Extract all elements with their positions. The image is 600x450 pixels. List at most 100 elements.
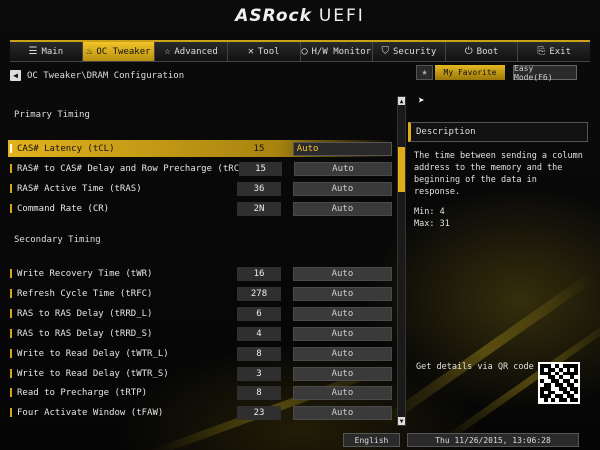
tab-boot[interactable]: ⏻ Boot: [446, 42, 519, 61]
setting-label: RAS# to CAS# Delay and Row Precharge (tR…: [16, 163, 267, 174]
setting-label: Read to Precharge (tRTP): [16, 387, 148, 398]
scrollbar[interactable]: ▲ ▼: [397, 96, 406, 426]
setting-value: 278: [237, 286, 281, 301]
row-marker: [10, 349, 12, 358]
setting-row-twtr-l[interactable]: Write to Read Delay (tWTR_L) 8 Auto: [8, 345, 393, 362]
section-title-primary: Primary Timing: [14, 110, 90, 120]
qr-code-icon: [538, 362, 580, 404]
setting-label: RAS to RAS Delay (tRRD_L): [16, 308, 153, 319]
setting-row-trrd-l[interactable]: RAS to RAS Delay (tRRD_L) 6 Auto: [8, 305, 393, 322]
tab-hw-monitor[interactable]: ◯ H/W Monitor: [301, 42, 374, 61]
description-range: Min: 4 Max: 31: [414, 206, 588, 230]
row-marker: [10, 309, 12, 318]
setting-row-twtr-s[interactable]: Write to Read Delay (tWTR_S) 3 Auto: [8, 365, 393, 382]
setting-label: Write Recovery Time (tWR): [16, 268, 153, 279]
row-marker: [10, 388, 12, 397]
setting-option[interactable]: Auto: [292, 366, 393, 381]
breadcrumb-path: OC Tweaker\DRAM Configuration: [27, 70, 185, 81]
setting-option[interactable]: Auto: [292, 266, 393, 281]
setting-value: 8: [237, 346, 281, 361]
settings-list: Primary Timing CAS# Latency (tCL) 15 Aut…: [8, 96, 393, 426]
row-marker: [10, 269, 12, 278]
setting-row-trtp[interactable]: Read to Precharge (tRTP) 8 Auto: [8, 384, 393, 401]
favorite-star-icon[interactable]: ★: [416, 65, 433, 80]
setting-row-trfc[interactable]: Refresh Cycle Time (tRFC) 278 Auto: [8, 285, 393, 302]
setting-value: 16: [237, 266, 281, 281]
setting-label: Write to Read Delay (tWTR_L): [16, 348, 169, 359]
main-nav: ☰ Main ♨ OC Tweaker ☆ Advanced ✕ Tool ◯ H/W M…: [10, 40, 590, 62]
shield-icon: ⛉: [381, 46, 390, 57]
scroll-down-arrow-icon[interactable]: ▼: [398, 417, 405, 425]
setting-value: 4: [237, 326, 281, 341]
tab-tool[interactable]: ✕ Tool: [228, 42, 301, 61]
monitor-icon: ◯: [301, 46, 308, 57]
setting-option[interactable]: Auto: [292, 286, 393, 301]
tab-main[interactable]: ☰ Main: [10, 42, 83, 61]
setting-row-trrd-s[interactable]: RAS to RAS Delay (tRRD_S) 4 Auto: [8, 325, 393, 342]
breadcrumb: ◀ OC Tweaker\DRAM Configuration: [10, 70, 184, 81]
row-marker: [10, 164, 12, 173]
exit-icon: ⎘: [537, 46, 546, 57]
setting-label: Command Rate (CR): [16, 203, 110, 214]
setting-value: 36: [237, 181, 281, 196]
back-arrow-icon[interactable]: ◀: [10, 70, 21, 81]
setting-label: RAS# Active Time (tRAS): [16, 183, 142, 194]
setting-label: Four Activate Window (tFAW): [16, 407, 164, 418]
setting-row-tfaw[interactable]: Four Activate Window (tFAW) 23 Auto: [8, 404, 393, 421]
setting-option[interactable]: Auto: [292, 326, 393, 341]
brand-logo: ASRock UEFI: [235, 6, 365, 26]
setting-row-tras[interactable]: RAS# Active Time (tRAS) 36 Auto: [8, 180, 393, 197]
setting-option[interactable]: Auto: [292, 141, 393, 156]
tab-exit[interactable]: ⎘ Exit: [518, 42, 590, 61]
datetime-display: Thu 11/26/2015, 13:06:28: [407, 433, 579, 447]
my-favorite-button[interactable]: My Favorite: [435, 65, 505, 80]
row-marker: [10, 329, 12, 338]
row-marker: [10, 184, 12, 193]
easy-mode-button[interactable]: Easy Mode(F6): [513, 64, 577, 82]
setting-row-tcl[interactable]: CAS# Latency (tCL) 15 Auto: [8, 140, 393, 157]
setting-option[interactable]: Auto: [292, 181, 393, 196]
setting-row-cr[interactable]: Command Rate (CR) 2N Auto: [8, 200, 393, 217]
tab-oc-tweaker[interactable]: ♨ OC Tweaker: [82, 42, 156, 61]
tab-advanced[interactable]: ☆ Advanced: [155, 42, 228, 61]
scroll-up-arrow-icon[interactable]: ▲: [398, 97, 405, 105]
scroll-thumb[interactable]: [398, 147, 405, 192]
tab-security[interactable]: ⛉ Security: [373, 42, 446, 61]
setting-option[interactable]: Auto: [294, 161, 392, 176]
description-panel: Description The time between sending a c…: [408, 122, 588, 229]
setting-value: 6: [237, 306, 281, 321]
setting-value: 23: [237, 405, 281, 420]
description-header: Description: [408, 122, 588, 142]
row-marker: [10, 144, 12, 153]
setting-label: Write to Read Delay (tWTR_S): [16, 368, 169, 379]
wrench-icon: ✕: [247, 46, 254, 57]
setting-option[interactable]: Auto: [292, 346, 393, 361]
power-icon: ⏻: [464, 46, 473, 57]
setting-value: 15: [238, 161, 283, 176]
description-min: Min: 4: [414, 207, 445, 217]
qr-label: Get details via QR code: [416, 362, 534, 372]
list-icon: ☰: [28, 46, 38, 57]
row-marker: [10, 289, 12, 298]
flame-icon: ♨: [86, 46, 93, 57]
setting-option[interactable]: Auto: [292, 405, 393, 420]
row-marker: [10, 369, 12, 378]
row-marker: [10, 204, 12, 213]
setting-row-trcdtrp[interactable]: RAS# to CAS# Delay and Row Precharge (tR…: [8, 160, 392, 177]
setting-value: 3: [237, 366, 281, 381]
setting-option[interactable]: Auto: [292, 306, 393, 321]
setting-row-twr[interactable]: Write Recovery Time (tWR) 16 Auto: [8, 265, 393, 282]
mouse-cursor-icon: ➤: [418, 94, 425, 107]
setting-value: 2N: [237, 201, 281, 216]
row-marker: [10, 408, 12, 417]
star-icon: ☆: [164, 46, 171, 57]
language-button[interactable]: English: [343, 433, 400, 447]
setting-option[interactable]: Auto: [292, 385, 393, 400]
setting-label: Refresh Cycle Time (tRFC): [16, 288, 153, 299]
setting-option[interactable]: Auto: [292, 201, 393, 216]
setting-label: CAS# Latency (tCL): [16, 143, 115, 154]
section-title-secondary: Secondary Timing: [14, 235, 101, 245]
description-text: The time between sending a column addres…: [414, 151, 583, 197]
description-max: Max: 31: [414, 219, 450, 229]
setting-value: 15: [253, 143, 265, 154]
